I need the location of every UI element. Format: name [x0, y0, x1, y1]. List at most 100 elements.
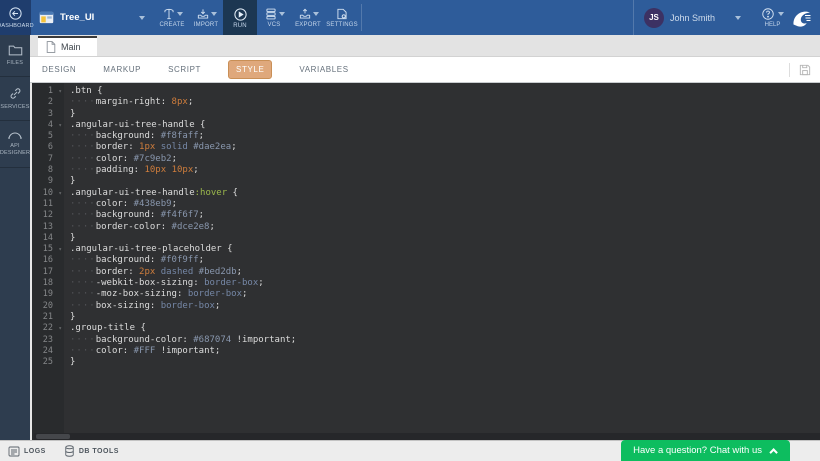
- logs-button[interactable]: LOGS: [8, 446, 46, 457]
- code-line[interactable]: 20····box-sizing: border-box;: [32, 301, 820, 312]
- line-number[interactable]: 23: [32, 335, 64, 346]
- db-tools-button[interactable]: DB TOOLS: [64, 445, 119, 457]
- line-number[interactable]: 4▾: [32, 120, 64, 131]
- code-line[interactable]: 23····background-color: #687074 !importa…: [32, 335, 820, 346]
- dashboard-button[interactable]: DASHBOARD: [0, 0, 31, 35]
- fold-marker-icon[interactable]: ▾: [58, 86, 62, 97]
- code-line[interactable]: 10▾.angular-ui-tree-handle:hover {: [32, 188, 820, 199]
- back-circle-icon: [8, 6, 23, 21]
- code-line[interactable]: 5····background: #f8faff;: [32, 131, 820, 142]
- user-menu[interactable]: JS John Smith: [633, 0, 751, 35]
- code-line[interactable]: 16····background: #f0f9ff;: [32, 255, 820, 266]
- code-line[interactable]: 13····border-color: #dce2e8;: [32, 222, 820, 233]
- sidebar-item-services[interactable]: SERVICES: [0, 77, 30, 121]
- line-number[interactable]: 20: [32, 301, 64, 312]
- export-tray-icon: [298, 7, 312, 21]
- line-number[interactable]: 8: [32, 165, 64, 176]
- fold-marker-icon[interactable]: ▾: [58, 188, 62, 199]
- line-number[interactable]: 11: [32, 199, 64, 210]
- code-line[interactable]: 4▾.angular-ui-tree-handle {: [32, 120, 820, 131]
- line-number[interactable]: 22▾: [32, 323, 64, 334]
- tab-main[interactable]: Main: [38, 36, 97, 56]
- line-number[interactable]: 16: [32, 255, 64, 266]
- line-number[interactable]: 19: [32, 289, 64, 300]
- play-circle-icon: [233, 7, 248, 22]
- code-line[interactable]: 24····color: #FFF !important;: [32, 346, 820, 357]
- question-circle-icon: [761, 7, 775, 21]
- help-menu[interactable]: HELP: [751, 0, 788, 35]
- chevron-down-icon: [139, 16, 145, 20]
- run-button[interactable]: RUN: [223, 0, 257, 35]
- code-line[interactable]: 2····margin-right: 8px;: [32, 97, 820, 108]
- code-line[interactable]: 18····-webkit-box-sizing: border-box;: [32, 278, 820, 289]
- line-number[interactable]: 24: [32, 346, 64, 357]
- create-button[interactable]: CREATE: [155, 0, 189, 35]
- tab-style[interactable]: STYLE: [228, 60, 272, 79]
- code-line[interactable]: 8····padding: 10px 10px;: [32, 165, 820, 176]
- code-line[interactable]: 12····background: #f4f6f7;: [32, 210, 820, 221]
- tab-design[interactable]: DESIGN: [42, 65, 76, 74]
- fold-marker-icon[interactable]: ▾: [58, 244, 62, 255]
- line-number[interactable]: 18: [32, 278, 64, 289]
- line-number[interactable]: 15▾: [32, 244, 64, 255]
- project-icon: [39, 11, 54, 24]
- chat-button[interactable]: Have a question? Chat with us: [621, 440, 790, 461]
- code-line[interactable]: 17····border: 2px dashed #bed2db;: [32, 267, 820, 278]
- fold-marker-icon[interactable]: ▾: [58, 120, 62, 131]
- code-line[interactable]: 22▾.group-title {: [32, 323, 820, 334]
- project-name: Tree_UI: [60, 12, 94, 23]
- line-number[interactable]: 14: [32, 233, 64, 244]
- import-button[interactable]: IMPORT: [189, 0, 223, 35]
- tab-markup[interactable]: MARKUP: [103, 65, 141, 74]
- code-line[interactable]: 21}: [32, 312, 820, 323]
- top-toolbar: DASHBOARD Tree_UI CREATE: [0, 0, 820, 35]
- line-number[interactable]: 10▾: [32, 188, 64, 199]
- line-number[interactable]: 3: [32, 109, 64, 120]
- sidebar-item-files[interactable]: FILES: [0, 35, 30, 77]
- code-line[interactable]: 1▾.btn {: [32, 86, 820, 97]
- tab-variables[interactable]: VARIABLES: [299, 65, 348, 74]
- code-line[interactable]: 11····color: #438eb9;: [32, 199, 820, 210]
- code-line[interactable]: 7····color: #7c9eb2;: [32, 154, 820, 165]
- code-line[interactable]: 19····-moz-box-sizing: border-box;: [32, 289, 820, 300]
- line-number[interactable]: 6: [32, 142, 64, 153]
- line-number[interactable]: 1▾: [32, 86, 64, 97]
- fold-marker-icon[interactable]: ▾: [58, 323, 62, 334]
- save-icon[interactable]: [798, 63, 812, 77]
- line-number[interactable]: 5: [32, 131, 64, 142]
- chevron-down-icon: [735, 16, 741, 20]
- editor-h-scrollbar[interactable]: [34, 433, 820, 440]
- code-line[interactable]: 9}: [32, 176, 820, 187]
- tab-script[interactable]: SCRIPT: [168, 65, 201, 74]
- settings-button[interactable]: SETTINGS: [325, 0, 359, 35]
- line-number[interactable]: 21: [32, 312, 64, 323]
- dashboard-label: DASHBOARD: [0, 23, 34, 29]
- line-number[interactable]: 12: [32, 210, 64, 221]
- code-line[interactable]: 3}: [32, 109, 820, 120]
- line-number[interactable]: 9: [32, 176, 64, 187]
- avatar: JS: [644, 8, 664, 28]
- files-label: FILES: [7, 60, 23, 67]
- app-window: DASHBOARD Tree_UI CREATE: [0, 0, 820, 461]
- code-line[interactable]: 15▾.angular-ui-tree-placeholder {: [32, 244, 820, 255]
- sidebar-item-api-designer[interactable]: API DESIGNER: [0, 121, 30, 167]
- line-number[interactable]: 7: [32, 154, 64, 165]
- code-editor[interactable]: 1▾.btn {2····margin-right: 8px;3}4▾.angu…: [32, 83, 820, 440]
- line-number[interactable]: 25: [32, 357, 64, 368]
- vcs-button[interactable]: VCS: [257, 0, 291, 35]
- code-line[interactable]: 14}: [32, 233, 820, 244]
- link-icon: [8, 86, 23, 101]
- code-line[interactable]: 25}: [32, 357, 820, 368]
- scrollbar-thumb[interactable]: [36, 434, 70, 439]
- line-number[interactable]: 2: [32, 97, 64, 108]
- line-number[interactable]: 13: [32, 222, 64, 233]
- export-button[interactable]: EXPORT: [291, 0, 325, 35]
- document-icon: [46, 41, 56, 53]
- help-label: HELP: [765, 22, 781, 28]
- code-line[interactable]: 6····border: 1px solid #dae2ea;: [32, 142, 820, 153]
- subtab-divider: [789, 63, 790, 77]
- project-selector[interactable]: Tree_UI: [31, 0, 155, 35]
- main-area: Main DESIGN MARKUP SCRIPT STYLE VARIABLES 1▾…: [30, 35, 820, 440]
- wavemaker-logo: [788, 0, 820, 35]
- line-number[interactable]: 17: [32, 267, 64, 278]
